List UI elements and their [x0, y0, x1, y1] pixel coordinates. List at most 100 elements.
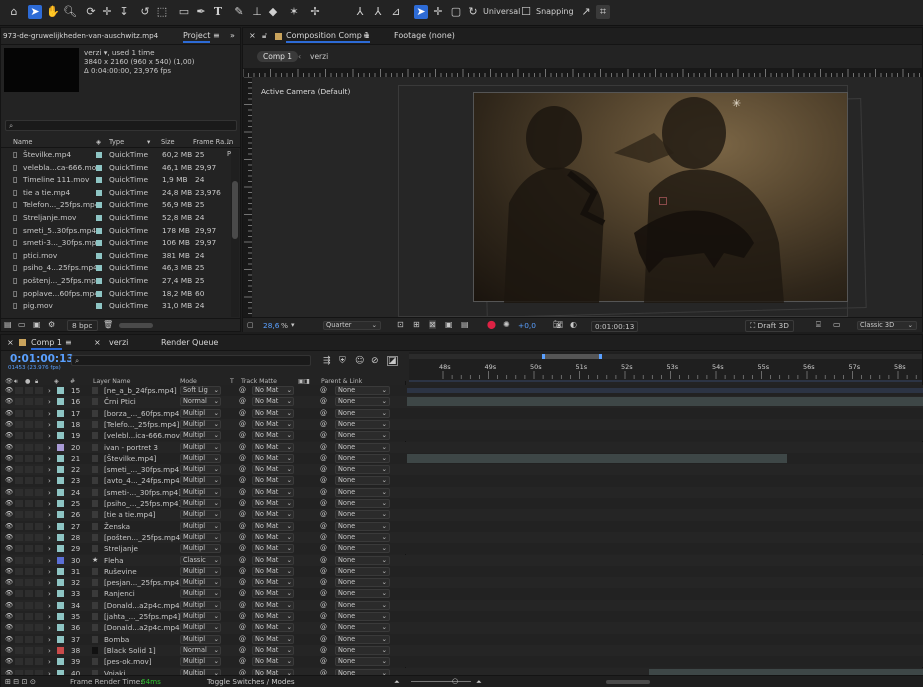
- always-preview-icon[interactable]: ▢: [247, 321, 254, 329]
- layer-row[interactable]: 👁︎ › 26 [tie a tie.mp4] Multipl ⌄ @ No Mat ⌄ @ Non…: [1, 509, 923, 521]
- project-scroll-thumb[interactable]: [232, 181, 238, 239]
- parent-pickwhip-icon[interactable]: @: [320, 396, 327, 407]
- view-axis-icon[interactable]: ⊿: [389, 5, 403, 19]
- snap-grid-icon[interactable]: ⌗: [596, 5, 610, 19]
- project-item-row[interactable]: ▯ pig.mov QuickTime 31,0 MB 24: [1, 300, 241, 313]
- layer-label-swatch[interactable]: [57, 590, 64, 598]
- layer-row[interactable]: 👁︎ › 24 [smeti-..._30fps.mp4] Multipl ⌄ @ No Ma…: [1, 486, 923, 498]
- blend-mode-select[interactable]: Multipl ⌄: [180, 499, 221, 508]
- layer-label-swatch[interactable]: [57, 488, 64, 496]
- render-queue-tab[interactable]: Render Queue: [161, 338, 218, 347]
- layer-label-swatch[interactable]: [57, 579, 64, 587]
- layer-row[interactable]: 👁︎ › 38 [Black Solid 1] Normal ⌄ @ No Mat ⌄ @ None…: [1, 644, 923, 657]
- parent-pickwhip-icon[interactable]: @: [320, 498, 327, 509]
- visibility-eye-icon[interactable]: 👁︎: [5, 622, 13, 633]
- track-matte-select[interactable]: No Mat ⌄: [252, 612, 294, 621]
- project-hscroll-thumb[interactable]: [119, 323, 153, 328]
- visibility-eye-icon[interactable]: 👁︎: [5, 442, 13, 453]
- layer-row[interactable]: 👁︎ › 39 [pes-ok.mov] Multipl ⌄ @ No Mat ⌄ @ None ⌄: [1, 656, 923, 668]
- visibility-eye-icon[interactable]: 👁︎: [5, 385, 13, 396]
- expand-chevron-icon[interactable]: ›: [48, 645, 51, 656]
- matte-link-icon[interactable]: @: [239, 419, 246, 430]
- parent-select[interactable]: None ⌄: [335, 419, 390, 429]
- lock-switch[interactable]: [35, 590, 43, 598]
- snapshot-camera-icon[interactable]: 📷︎: [553, 320, 563, 329]
- comp-panel-menu-icon[interactable]: ≡: [363, 31, 370, 40]
- audio-switch[interactable]: [15, 658, 23, 666]
- parent-select[interactable]: None ⌄: [335, 578, 390, 588]
- zoom-out-icon[interactable]: ⏶: [394, 676, 400, 687]
- parent-select[interactable]: None ⌄: [335, 408, 390, 418]
- parent-select[interactable]: None ⌄: [335, 465, 390, 475]
- parent-select[interactable]: None ⌄: [335, 499, 390, 508]
- frame-blending-icon[interactable]: ⊘: [371, 356, 379, 366]
- solo-switch[interactable]: [25, 624, 33, 632]
- layer-row[interactable]: 👁︎ › 33 Ranjenci Multipl ⌄ @ No Mat ⌄ @ None ⌄: [1, 588, 923, 600]
- expand-chevron-icon[interactable]: ›: [48, 656, 51, 667]
- parent-pickwhip-icon[interactable]: @: [320, 543, 327, 554]
- layer-row[interactable]: 👁︎ › 28 [pošten..._25fps.mp4] Multipl ⌄ @ No Ma…: [1, 531, 923, 544]
- blend-mode-select[interactable]: Multipl ⌄: [180, 544, 221, 554]
- expand-chevron-icon[interactable]: ›: [48, 487, 51, 498]
- label-tag-icon[interactable]: ◈: [96, 136, 101, 148]
- expand-chevron-icon[interactable]: ›: [48, 566, 51, 577]
- lock-switch[interactable]: [35, 658, 43, 666]
- draft-3d-toggle[interactable]: ⛶ Draft 3D: [745, 320, 794, 332]
- lock-switch[interactable]: [35, 646, 43, 654]
- parent-select[interactable]: None ⌄: [335, 657, 390, 667]
- solo-switch[interactable]: [25, 545, 33, 553]
- project-item-row[interactable]: ▯ Telefon..._25fps.mp4 QuickTime 56,9 MB 25: [1, 199, 241, 212]
- parent-select[interactable]: None ⌄: [335, 397, 390, 407]
- parent-pickwhip-icon[interactable]: @: [320, 408, 327, 419]
- parent-pickwhip-icon[interactable]: @: [320, 645, 327, 656]
- layer-label-swatch[interactable]: [57, 511, 64, 519]
- blend-mode-select[interactable]: Multipl ⌄: [180, 487, 221, 497]
- move-mode-icon[interactable]: ✛: [431, 5, 445, 19]
- layer-duration-bar[interactable]: [407, 453, 787, 463]
- clone-stamp-icon[interactable]: ⊥: [250, 5, 264, 19]
- parent-select[interactable]: None ⌄: [335, 589, 390, 599]
- label-swatch[interactable]: [96, 252, 102, 259]
- blend-mode-select[interactable]: Normal ⌄: [180, 645, 221, 655]
- layer-label-swatch[interactable]: [57, 556, 64, 564]
- audio-switch[interactable]: [15, 488, 23, 496]
- audio-switch[interactable]: [15, 545, 23, 553]
- track-matte-select[interactable]: No Mat ⌄: [252, 657, 294, 667]
- track-matte-select[interactable]: No Mat ⌄: [252, 442, 294, 452]
- label-swatch[interactable]: [96, 303, 102, 310]
- layer-label-swatch[interactable]: [57, 466, 64, 474]
- blend-mode-select[interactable]: Multipl ⌄: [180, 589, 221, 599]
- parent-pickwhip-icon[interactable]: @: [320, 634, 327, 645]
- visibility-eye-icon[interactable]: 👁︎: [5, 600, 13, 611]
- parent-select[interactable]: None ⌄: [335, 544, 390, 554]
- project-item-row[interactable]: ▯ smeti-3..._30fps.mp4 QuickTime 106 MB 29,9…: [1, 237, 241, 250]
- lock-switch[interactable]: [35, 432, 43, 440]
- parent-select[interactable]: None ⌄: [335, 612, 390, 621]
- lock-switch[interactable]: [35, 511, 43, 519]
- solo-switch[interactable]: [25, 488, 33, 496]
- parent-select[interactable]: None ⌄: [335, 623, 390, 633]
- lock-switch[interactable]: [35, 488, 43, 496]
- expand-chevron-icon[interactable]: ›: [48, 498, 51, 509]
- lock-switch[interactable]: [35, 624, 43, 632]
- audio-switch[interactable]: [15, 387, 23, 394]
- audio-switch[interactable]: [15, 601, 23, 609]
- solo-switch[interactable]: [25, 443, 33, 451]
- lock-switch[interactable]: [35, 454, 43, 462]
- layer-label-swatch[interactable]: [57, 387, 64, 394]
- col-framerate[interactable]: Frame Ra...: [193, 136, 230, 148]
- lock-switch[interactable]: [35, 601, 43, 609]
- lock-switch[interactable]: [35, 466, 43, 474]
- layer-label-swatch[interactable]: [57, 658, 64, 666]
- audio-switch[interactable]: [15, 522, 23, 530]
- matte-link-icon[interactable]: @: [239, 600, 246, 611]
- audio-switch[interactable]: [15, 454, 23, 462]
- current-timecode[interactable]: 0:01:00:13: [10, 353, 74, 365]
- solo-switch[interactable]: [25, 387, 33, 394]
- expand-chevron-icon[interactable]: ›: [48, 555, 51, 566]
- audio-switch[interactable]: [15, 432, 23, 440]
- timeline-tab-comp1[interactable]: Comp 1: [31, 338, 62, 350]
- visibility-eye-icon[interactable]: 👁︎: [5, 543, 13, 554]
- parent-pickwhip-icon[interactable]: @: [320, 385, 327, 396]
- track-matte-select[interactable]: No Mat ⌄: [252, 645, 294, 655]
